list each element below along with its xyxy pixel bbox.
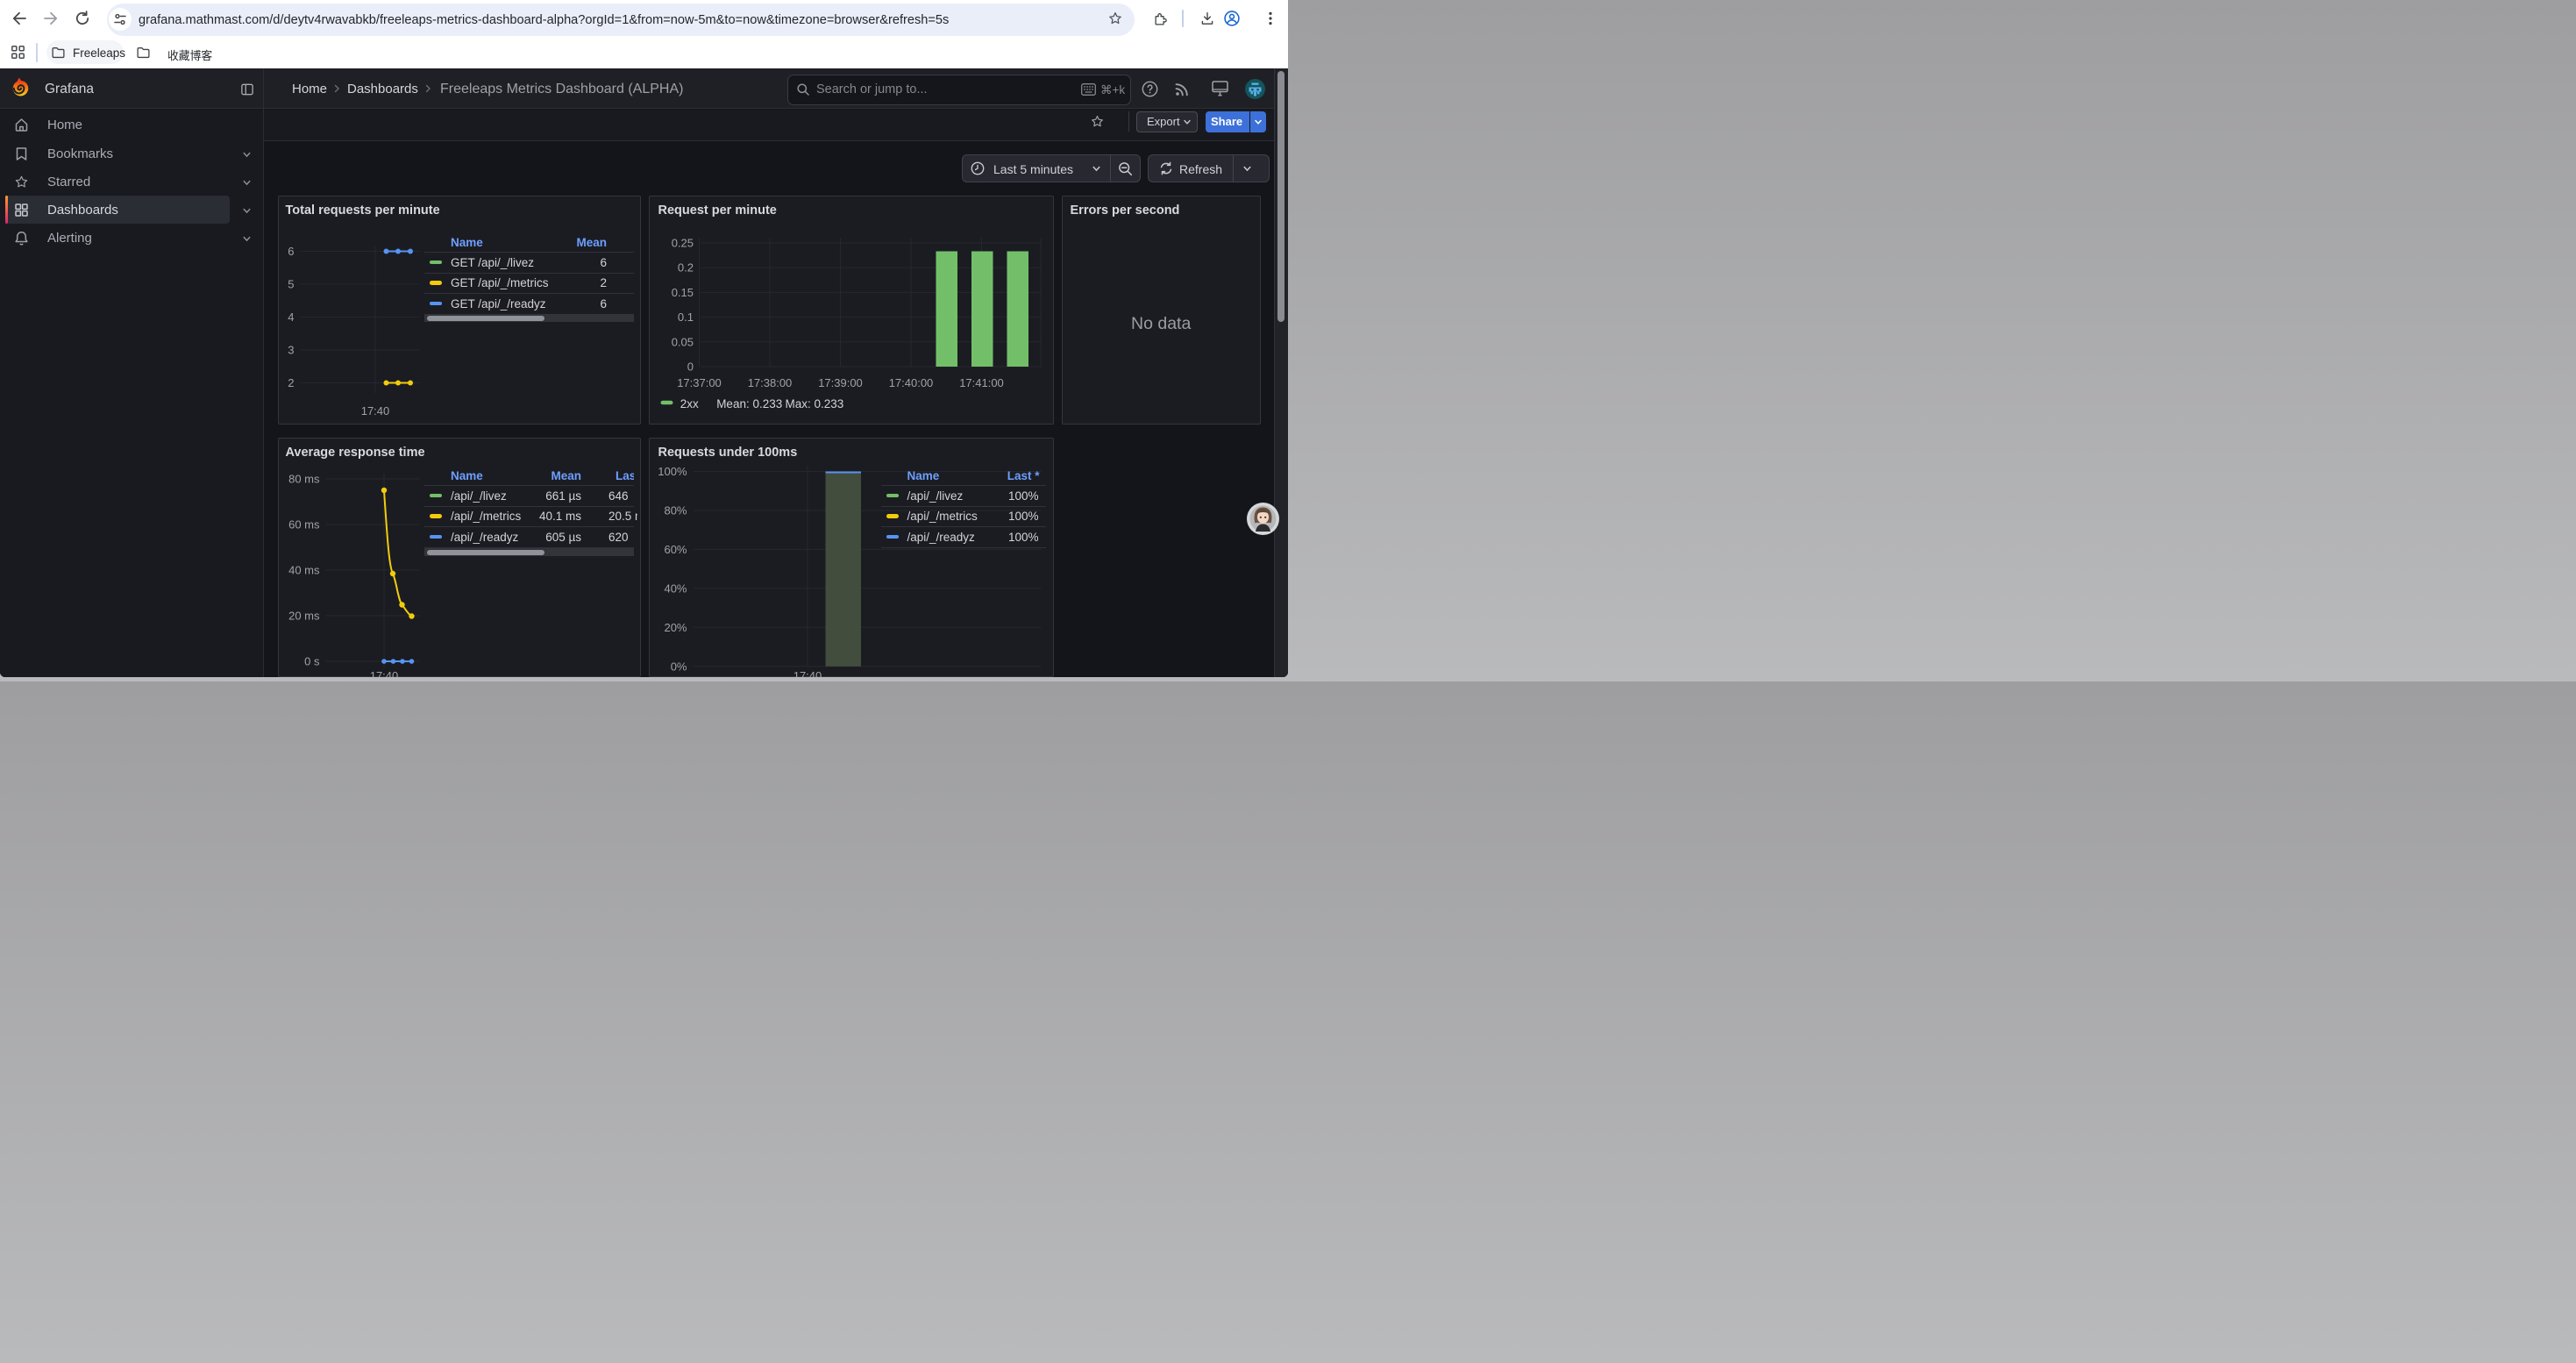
svg-text:17:41:00: 17:41:00 bbox=[959, 376, 1004, 389]
svg-text:0 s: 0 s bbox=[304, 655, 320, 668]
svg-text:20%: 20% bbox=[664, 621, 687, 634]
svg-text:20 ms: 20 ms bbox=[288, 610, 320, 623]
svg-text:40 ms: 40 ms bbox=[288, 564, 320, 577]
svg-text:4: 4 bbox=[288, 310, 294, 324]
svg-text:17:40: 17:40 bbox=[360, 404, 389, 417]
svg-text:0.2: 0.2 bbox=[678, 261, 694, 275]
svg-text:100%: 100% bbox=[658, 465, 687, 478]
svg-text:17:38:00: 17:38:00 bbox=[748, 376, 793, 389]
svg-text:17:40:00: 17:40:00 bbox=[889, 376, 934, 389]
svg-text:60 ms: 60 ms bbox=[288, 518, 320, 532]
svg-text:0: 0 bbox=[687, 360, 694, 374]
svg-text:Mean: 0.233: Mean: 0.233 bbox=[716, 397, 782, 410]
svg-text:0.15: 0.15 bbox=[672, 286, 694, 299]
svg-text:80 ms: 80 ms bbox=[288, 473, 320, 486]
svg-text:80%: 80% bbox=[664, 504, 687, 517]
svg-text:17:40: 17:40 bbox=[793, 669, 822, 677]
svg-text:0%: 0% bbox=[671, 660, 687, 673]
svg-text:2xx: 2xx bbox=[680, 397, 699, 410]
svg-text:2: 2 bbox=[288, 376, 294, 389]
svg-text:6: 6 bbox=[288, 245, 294, 258]
svg-text:Max: 0.233: Max: 0.233 bbox=[786, 397, 844, 410]
svg-text:17:39:00: 17:39:00 bbox=[818, 376, 863, 389]
svg-text:40%: 40% bbox=[664, 582, 687, 595]
svg-text:60%: 60% bbox=[664, 543, 687, 556]
svg-text:0.05: 0.05 bbox=[672, 335, 694, 348]
svg-text:5: 5 bbox=[288, 278, 294, 291]
svg-text:0.25: 0.25 bbox=[672, 237, 694, 250]
svg-text:17:40: 17:40 bbox=[369, 669, 398, 677]
svg-text:3: 3 bbox=[288, 344, 294, 357]
svg-text:17:37:00: 17:37:00 bbox=[677, 376, 722, 389]
svg-text:0.1: 0.1 bbox=[678, 310, 694, 324]
